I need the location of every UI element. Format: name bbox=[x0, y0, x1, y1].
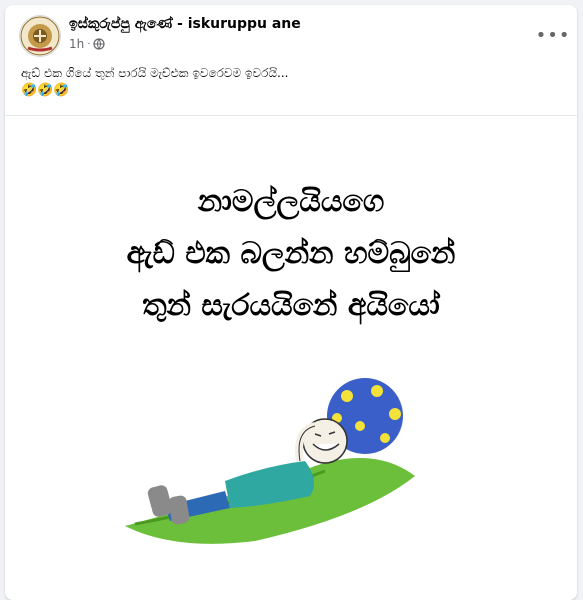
more-options-icon[interactable]: ••• bbox=[536, 21, 570, 49]
headline-line-3: තුන් සැරයයිනේ අයියෝ bbox=[142, 288, 440, 323]
separator-dot: · bbox=[87, 38, 91, 50]
post-header: ඉස්කුරුප්පු ඇණේ - iskuruppu ane 1h · ••• bbox=[5, 5, 577, 65]
post-caption: ඇඩ් එක ගියේ තුන් පාරයි මැච්එක ඉවරෙවම ඉවර… bbox=[5, 65, 577, 100]
post-meta: 1h · bbox=[69, 37, 106, 51]
post-time[interactable]: 1h bbox=[69, 37, 84, 51]
headline-line-2: ඇඩ් එක බලන්න හම්බුනේ bbox=[126, 236, 456, 271]
image-headline: නාමල්ලයියගෙ ඇඩ් එක බලන්න හම්බුනේ තුන් සැ… bbox=[5, 176, 577, 332]
globe-icon[interactable] bbox=[93, 38, 106, 50]
avatar-logo-icon bbox=[20, 16, 60, 56]
post-card: ඉස්කුරුප්පු ඇණේ - iskuruppu ane 1h · •••… bbox=[5, 5, 577, 600]
avatar[interactable] bbox=[19, 15, 61, 57]
relaxing-cartoon-illustration bbox=[125, 378, 415, 544]
caption-text: ඇඩ් එක ගියේ තුන් පාරයි මැච්එක ඉවරෙවම ඉවර… bbox=[21, 66, 289, 80]
caption-emojis: 🤣🤣🤣 bbox=[21, 83, 70, 98]
headline-line-1: නාමල්ලයියගෙ bbox=[197, 184, 385, 219]
author-name[interactable]: ඉස්කුරුප්පු ඇණේ - iskuruppu ane bbox=[69, 16, 301, 32]
post-image[interactable]: නාමල්ලයියගෙ ඇඩ් එක බලන්න හම්බුනේ තුන් සැ… bbox=[5, 115, 577, 600]
